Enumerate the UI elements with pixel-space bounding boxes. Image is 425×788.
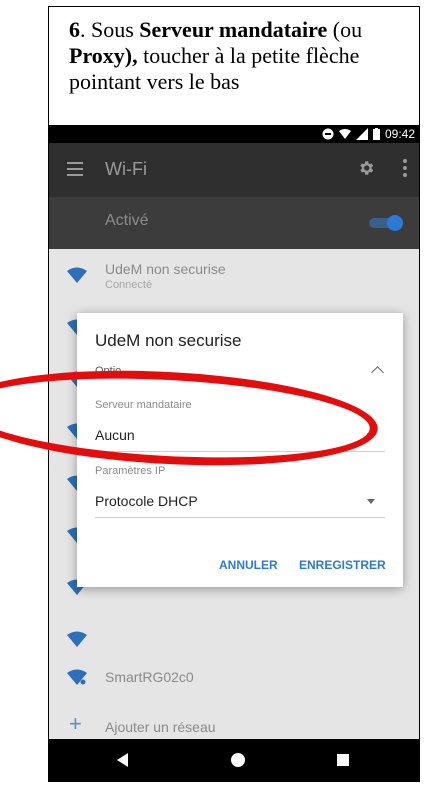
wifi-locked-icon [67,669,87,685]
network-name: SmartRG02c0 [105,669,194,685]
status-time: 09:42 [384,127,415,141]
gear-icon[interactable] [357,159,375,177]
plus-icon: + [69,711,82,736]
wifi-toggle-switch[interactable] [369,215,403,231]
save-button[interactable]: ENREGISTRER [299,558,386,572]
app-bar-title: Wi-Fi [105,159,147,179]
network-name: UdeM non securise [105,261,226,277]
network-item-udem[interactable]: UdeM non securise Connecté [49,249,419,301]
android-nav-bar [49,739,419,781]
wifi-signal-icon [338,129,351,139]
chevron-up-icon[interactable] [371,366,384,379]
add-network-label: Ajouter un réseau [105,719,216,735]
ip-settings-dropdown-arrow-icon[interactable] [367,499,375,504]
wifi-full-icon [67,631,87,647]
instruction-caption: 6. Sous Serveur mandataire (ou Proxy), t… [69,17,409,95]
wifi-full-icon [67,267,87,283]
caption-bold-proxy-en: Proxy), [69,43,138,68]
ip-settings-value[interactable]: Protocole DHCP [95,493,198,509]
home-icon[interactable] [231,753,245,767]
menu-icon[interactable] [67,162,83,176]
status-icons: 09:42 [322,127,415,141]
wifi-toggle-label: Activé [105,212,149,229]
status-bar: 09:42 [49,125,419,143]
recent-apps-icon[interactable] [337,754,349,766]
back-icon[interactable] [117,753,128,767]
cancel-button[interactable]: ANNULER [219,558,278,572]
cell-signal-icon [355,128,368,140]
wifi-toggle-bar[interactable]: Activé [49,197,419,249]
caption-text-2: (ou [327,17,363,42]
network-item-smartrg[interactable]: SmartRG02c0 [49,651,419,703]
caption-bold-proxy-fr: Serveur mandataire [139,17,328,42]
step-number: 6 [69,17,80,42]
ip-settings-label: Paramètres IP [95,465,166,477]
more-options-icon[interactable] [403,159,407,180]
caption-text-1: . Sous [80,17,140,42]
ip-settings-underline [95,517,385,518]
app-bar: Wi-Fi [49,143,419,197]
battery-icon [372,128,380,140]
network-status: Connecté [105,279,153,291]
dialog-title: UdeM non securise [95,331,242,350]
do-not-disturb-icon [322,128,334,140]
